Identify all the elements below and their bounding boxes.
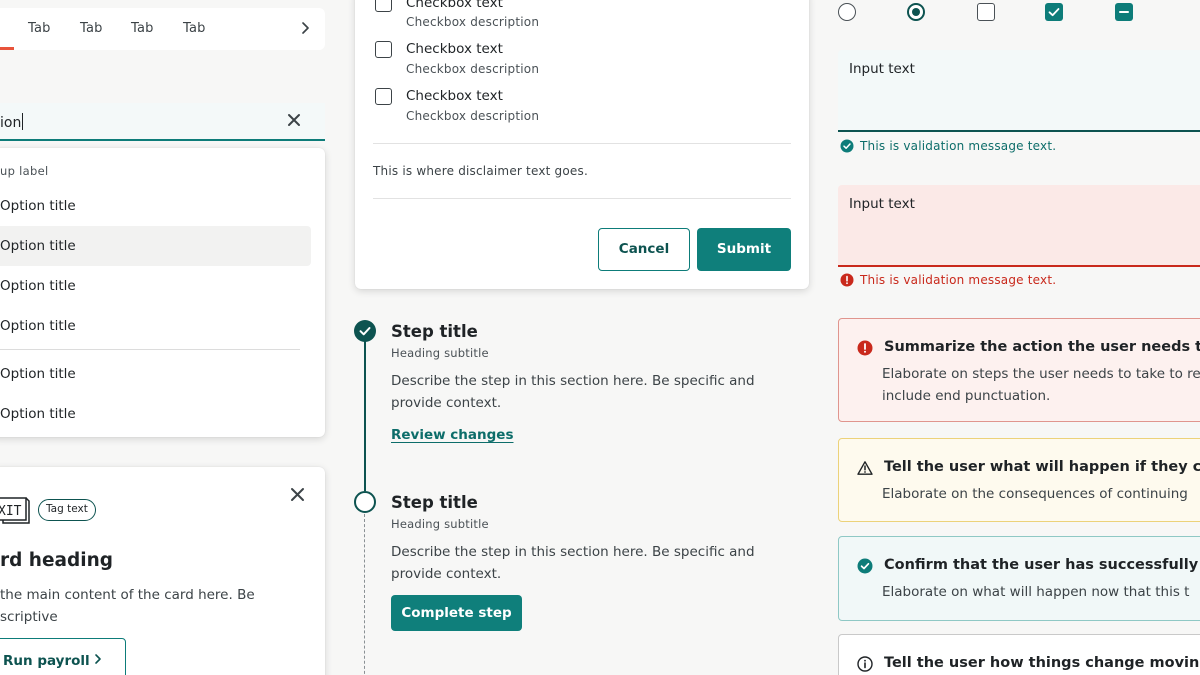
checkbox[interactable] bbox=[375, 0, 392, 12]
combobox-input[interactable]: ion bbox=[0, 103, 325, 141]
chevron-right-icon[interactable] bbox=[296, 19, 314, 37]
step-subtitle: Heading subtitle bbox=[391, 346, 489, 360]
step-connector-pending bbox=[364, 514, 365, 675]
divider bbox=[373, 143, 791, 144]
check-icon bbox=[1048, 8, 1060, 17]
check-icon bbox=[359, 327, 371, 336]
alert-body: Elaborate on steps the user needs to tak… bbox=[882, 366, 1200, 404]
textarea-error[interactable]: Input text bbox=[838, 185, 1200, 267]
checkbox-description: Checkbox description bbox=[406, 62, 540, 76]
cancel-button[interactable]: Cancel bbox=[598, 228, 690, 271]
error-circle-icon bbox=[840, 273, 854, 287]
close-icon[interactable] bbox=[286, 112, 302, 128]
step-title: Step title bbox=[391, 322, 478, 341]
tab-3[interactable]: Tab bbox=[131, 21, 154, 36]
warning-icon bbox=[857, 461, 873, 475]
review-changes-link[interactable]: Review changes bbox=[391, 427, 514, 443]
alert-title: Tell the user how things change moving f bbox=[884, 655, 1200, 671]
alert-success: Confirm that the user has successfully c… bbox=[838, 536, 1200, 621]
step-description: Describe the step in this section here. … bbox=[391, 544, 755, 582]
tab-4[interactable]: Tab bbox=[183, 21, 206, 36]
tab-active-indicator bbox=[0, 47, 14, 50]
card-heading: rd heading bbox=[0, 550, 114, 571]
checkbox[interactable] bbox=[375, 88, 392, 105]
alert-body: Elaborate on what will happen now that t… bbox=[882, 584, 1190, 600]
checkbox-label: Checkbox text bbox=[406, 41, 503, 57]
chevron-right-icon bbox=[95, 654, 101, 664]
divider bbox=[373, 198, 791, 199]
tab-2[interactable]: Tab bbox=[80, 21, 103, 36]
alert-title: Tell the user what will happen if they c… bbox=[884, 459, 1200, 475]
checkbox-label: Checkbox text bbox=[406, 0, 503, 11]
option-item[interactable]: Option title bbox=[0, 354, 311, 394]
alert-info: Tell the user how things change moving f bbox=[838, 634, 1200, 675]
disclaimer-text: This is where disclaimer text goes. bbox=[373, 164, 588, 178]
alert-title: Confirm that the user has successfully c… bbox=[884, 557, 1200, 573]
check-circle-icon bbox=[840, 139, 854, 153]
option-item[interactable]: Option title bbox=[0, 306, 311, 346]
alert-body: Elaborate on the consequences of continu… bbox=[882, 486, 1188, 502]
checkbox-label: Checkbox text bbox=[406, 88, 503, 104]
tag: Tag text bbox=[38, 499, 96, 521]
radio-checked[interactable] bbox=[907, 3, 925, 21]
textarea-success[interactable]: Input text bbox=[838, 50, 1200, 132]
radio-unchecked[interactable] bbox=[838, 3, 856, 21]
text-caret bbox=[22, 113, 24, 130]
option-item[interactable]: Option title bbox=[0, 186, 311, 226]
minus-icon bbox=[1119, 11, 1129, 13]
step-complete-indicator bbox=[354, 320, 376, 342]
option-divider bbox=[0, 349, 300, 350]
step-title: Step title bbox=[391, 493, 478, 512]
step-connector-complete bbox=[364, 341, 366, 491]
alert-title: Summarize the action the user needs to t bbox=[884, 339, 1200, 355]
step-description: Describe the step in this section here. … bbox=[391, 373, 755, 411]
submit-button[interactable]: Submit bbox=[697, 228, 791, 271]
validation-message-error: This is validation message text. bbox=[860, 273, 1057, 287]
option-item-hovered[interactable]: Option title bbox=[0, 226, 311, 266]
checkbox-indeterminate[interactable] bbox=[1115, 3, 1133, 21]
check-circle-icon bbox=[857, 558, 873, 574]
checkbox-description: Checkbox description bbox=[406, 109, 540, 123]
close-icon[interactable] bbox=[290, 487, 305, 502]
tab-1[interactable]: Tab bbox=[28, 21, 51, 36]
info-circle-icon bbox=[857, 656, 873, 672]
svg-text:XIT: XIT bbox=[0, 504, 22, 519]
checkbox-checked[interactable] bbox=[1045, 3, 1063, 21]
run-payroll-button[interactable]: Run payroll bbox=[0, 638, 126, 675]
alert-error: Summarize the action the user needs to t… bbox=[838, 318, 1200, 422]
checkbox-form: Checkbox text Checkbox description Check… bbox=[355, 0, 809, 289]
validation-message-success: This is validation message text. bbox=[860, 139, 1057, 153]
combobox-value[interactable]: ion bbox=[0, 113, 24, 131]
combobox-dropdown: up label Option title Option title Optio… bbox=[0, 148, 325, 437]
complete-step-button[interactable]: Complete step bbox=[391, 595, 522, 631]
error-circle-icon bbox=[857, 340, 873, 356]
exit-sign-icon: XIT bbox=[0, 497, 30, 524]
checkbox-description: Checkbox description bbox=[406, 15, 540, 29]
tab-bar: Tab Tab Tab Tab bbox=[0, 8, 325, 50]
option-item[interactable]: Option title bbox=[0, 394, 311, 434]
option-item[interactable]: Option title bbox=[0, 266, 311, 306]
checkbox-unchecked[interactable] bbox=[977, 3, 995, 21]
step-subtitle: Heading subtitle bbox=[391, 517, 489, 531]
option-group-label: up label bbox=[0, 164, 49, 178]
step-current-indicator bbox=[354, 491, 376, 513]
alert-warning: Tell the user what will happen if they c… bbox=[838, 438, 1200, 522]
card-body: the main content of the card here. Be sc… bbox=[0, 587, 255, 625]
checkbox[interactable] bbox=[375, 41, 392, 58]
